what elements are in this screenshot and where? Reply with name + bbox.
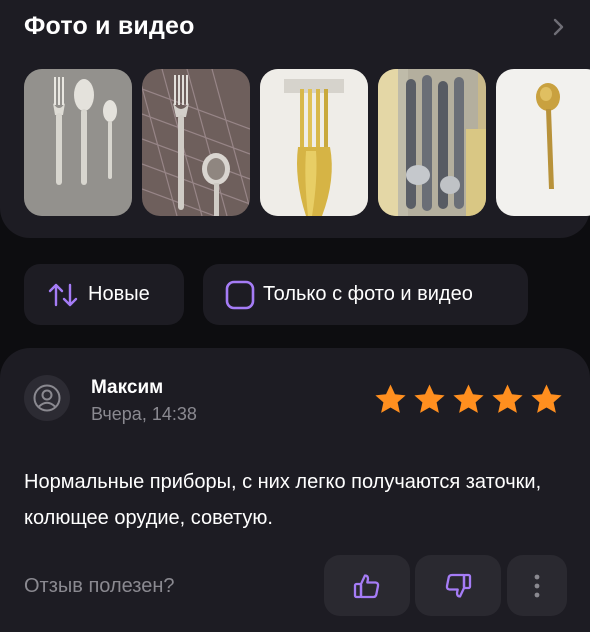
dislike-button[interactable] (415, 555, 501, 616)
star-icon (414, 384, 445, 413)
photos-section: Фото и видео (0, 0, 590, 238)
star-icon (492, 384, 523, 413)
more-vertical-icon (534, 574, 540, 597)
like-button[interactable] (324, 555, 410, 616)
more-options-button[interactable] (507, 555, 567, 616)
thumbs-down-icon (445, 573, 472, 598)
photo-video-filter-label: Только с фото и видео (263, 283, 473, 305)
photo-thumbnail-5[interactable] (496, 69, 590, 216)
photo-thumbnail-4[interactable] (378, 69, 486, 216)
star-icon (531, 384, 562, 413)
photo-thumbnail-2[interactable] (142, 69, 250, 216)
helpful-prompt: Отзыв полезен? (24, 575, 175, 597)
thumbs-up-icon (353, 573, 380, 598)
star-icon (375, 384, 406, 413)
star-icon (453, 384, 484, 413)
checkbox-icon (225, 280, 255, 310)
sort-arrows-icon (46, 282, 80, 308)
review-rating (372, 381, 565, 418)
sort-newest-button[interactable]: Новые (24, 264, 184, 325)
user-icon (33, 384, 61, 412)
sort-newest-label: Новые (88, 283, 150, 305)
review-author-name: Максим (91, 377, 164, 398)
review-date: Вчера, 14:38 (91, 404, 197, 424)
chevron-right-icon[interactable] (548, 17, 568, 37)
review-card: Максим Вчера, 14:38 Нормальные приборы, … (0, 348, 590, 632)
review-text: Нормальные приборы, с них легко получают… (24, 471, 542, 529)
photo-video-filter-toggle[interactable]: Только с фото и видео (203, 264, 528, 325)
photo-thumbnails (24, 69, 590, 216)
photos-section-title[interactable]: Фото и видео (24, 12, 195, 41)
photo-thumbnail-3[interactable] (260, 69, 368, 216)
product-reviews-page: Фото и видео Новые Только с фото и видео… (0, 0, 590, 632)
photo-thumbnail-1[interactable] (24, 69, 132, 216)
avatar[interactable] (24, 375, 70, 421)
